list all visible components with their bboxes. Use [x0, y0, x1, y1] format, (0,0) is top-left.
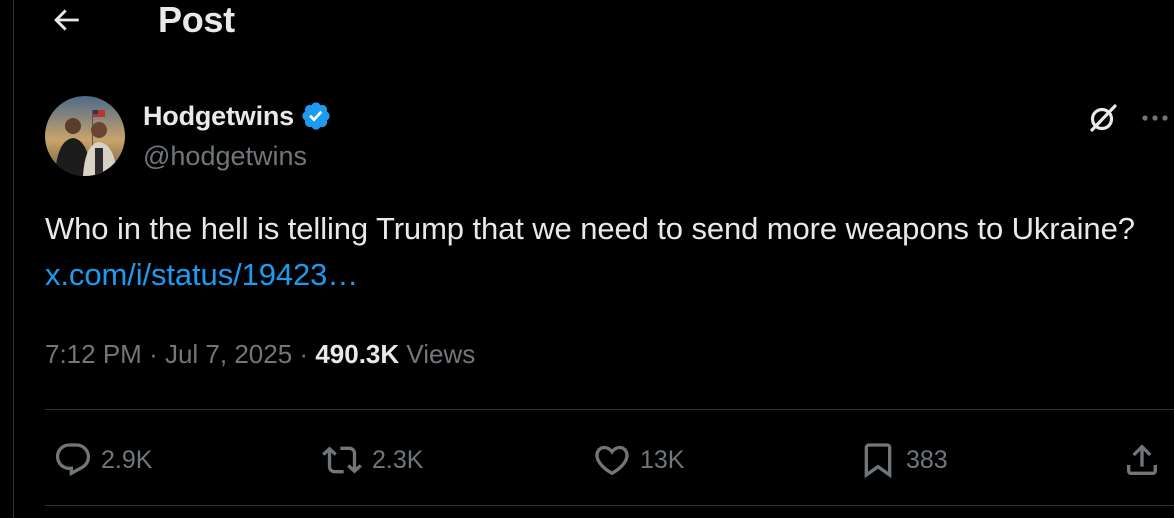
- author-handle[interactable]: @hodgetwins: [143, 138, 307, 174]
- views-label: Views: [406, 339, 476, 369]
- repost-button[interactable]: 2.3K: [320, 440, 423, 480]
- repost-icon: [322, 446, 362, 474]
- bookmark-icon: [864, 443, 892, 479]
- divider-bottom: [45, 505, 1174, 506]
- reply-button[interactable]: 2.9K: [53, 440, 152, 480]
- repost-count: 2.3K: [372, 446, 424, 474]
- verified-badge-icon: [300, 100, 332, 132]
- tweet-date[interactable]: Jul 7, 2025: [165, 339, 292, 369]
- grok-button[interactable]: [1085, 100, 1121, 136]
- author-name-link[interactable]: Hodgetwins: [143, 98, 332, 134]
- post-header: Post: [0, 0, 1174, 44]
- meta-separator: ·: [149, 339, 158, 369]
- reply-count: 2.9K: [101, 446, 153, 474]
- meta-separator: ·: [299, 339, 309, 369]
- divider-top: [45, 409, 1174, 410]
- avatar[interactable]: [45, 96, 125, 176]
- bookmark-button[interactable]: 383: [858, 440, 948, 480]
- reply-icon: [55, 443, 91, 477]
- tweet-meta: 7:12 PM · Jul 7, 2025 · 490.3K Views: [45, 334, 475, 374]
- share-icon: [1127, 444, 1157, 475]
- avatar-image: [45, 96, 125, 176]
- share-button[interactable]: [1122, 440, 1162, 480]
- like-button[interactable]: 13K: [592, 440, 684, 480]
- tweet-time[interactable]: 7:12 PM: [45, 339, 142, 369]
- page-title: Post: [158, 0, 235, 40]
- views-count: 490.3K: [315, 339, 400, 369]
- more-options-button[interactable]: [1140, 100, 1174, 136]
- more-dots-icon: [1142, 115, 1168, 121]
- like-count: 13K: [640, 446, 685, 474]
- author-name: Hodgetwins: [143, 101, 294, 131]
- tweet-link[interactable]: x.com/i/status/19423…: [45, 257, 358, 292]
- heart-icon: [595, 445, 629, 476]
- action-bar: 2.9K 2.3K 13K 383: [0, 430, 1174, 490]
- tweet-text: Who in the hell is telling Trump that we…: [45, 206, 1155, 298]
- back-button[interactable]: [46, 0, 86, 40]
- grok-icon: [1090, 104, 1117, 132]
- bookmark-count: 383: [906, 446, 948, 474]
- arrow-left-icon: [54, 9, 79, 31]
- tweet-body: Who in the hell is telling Trump that we…: [45, 211, 1135, 246]
